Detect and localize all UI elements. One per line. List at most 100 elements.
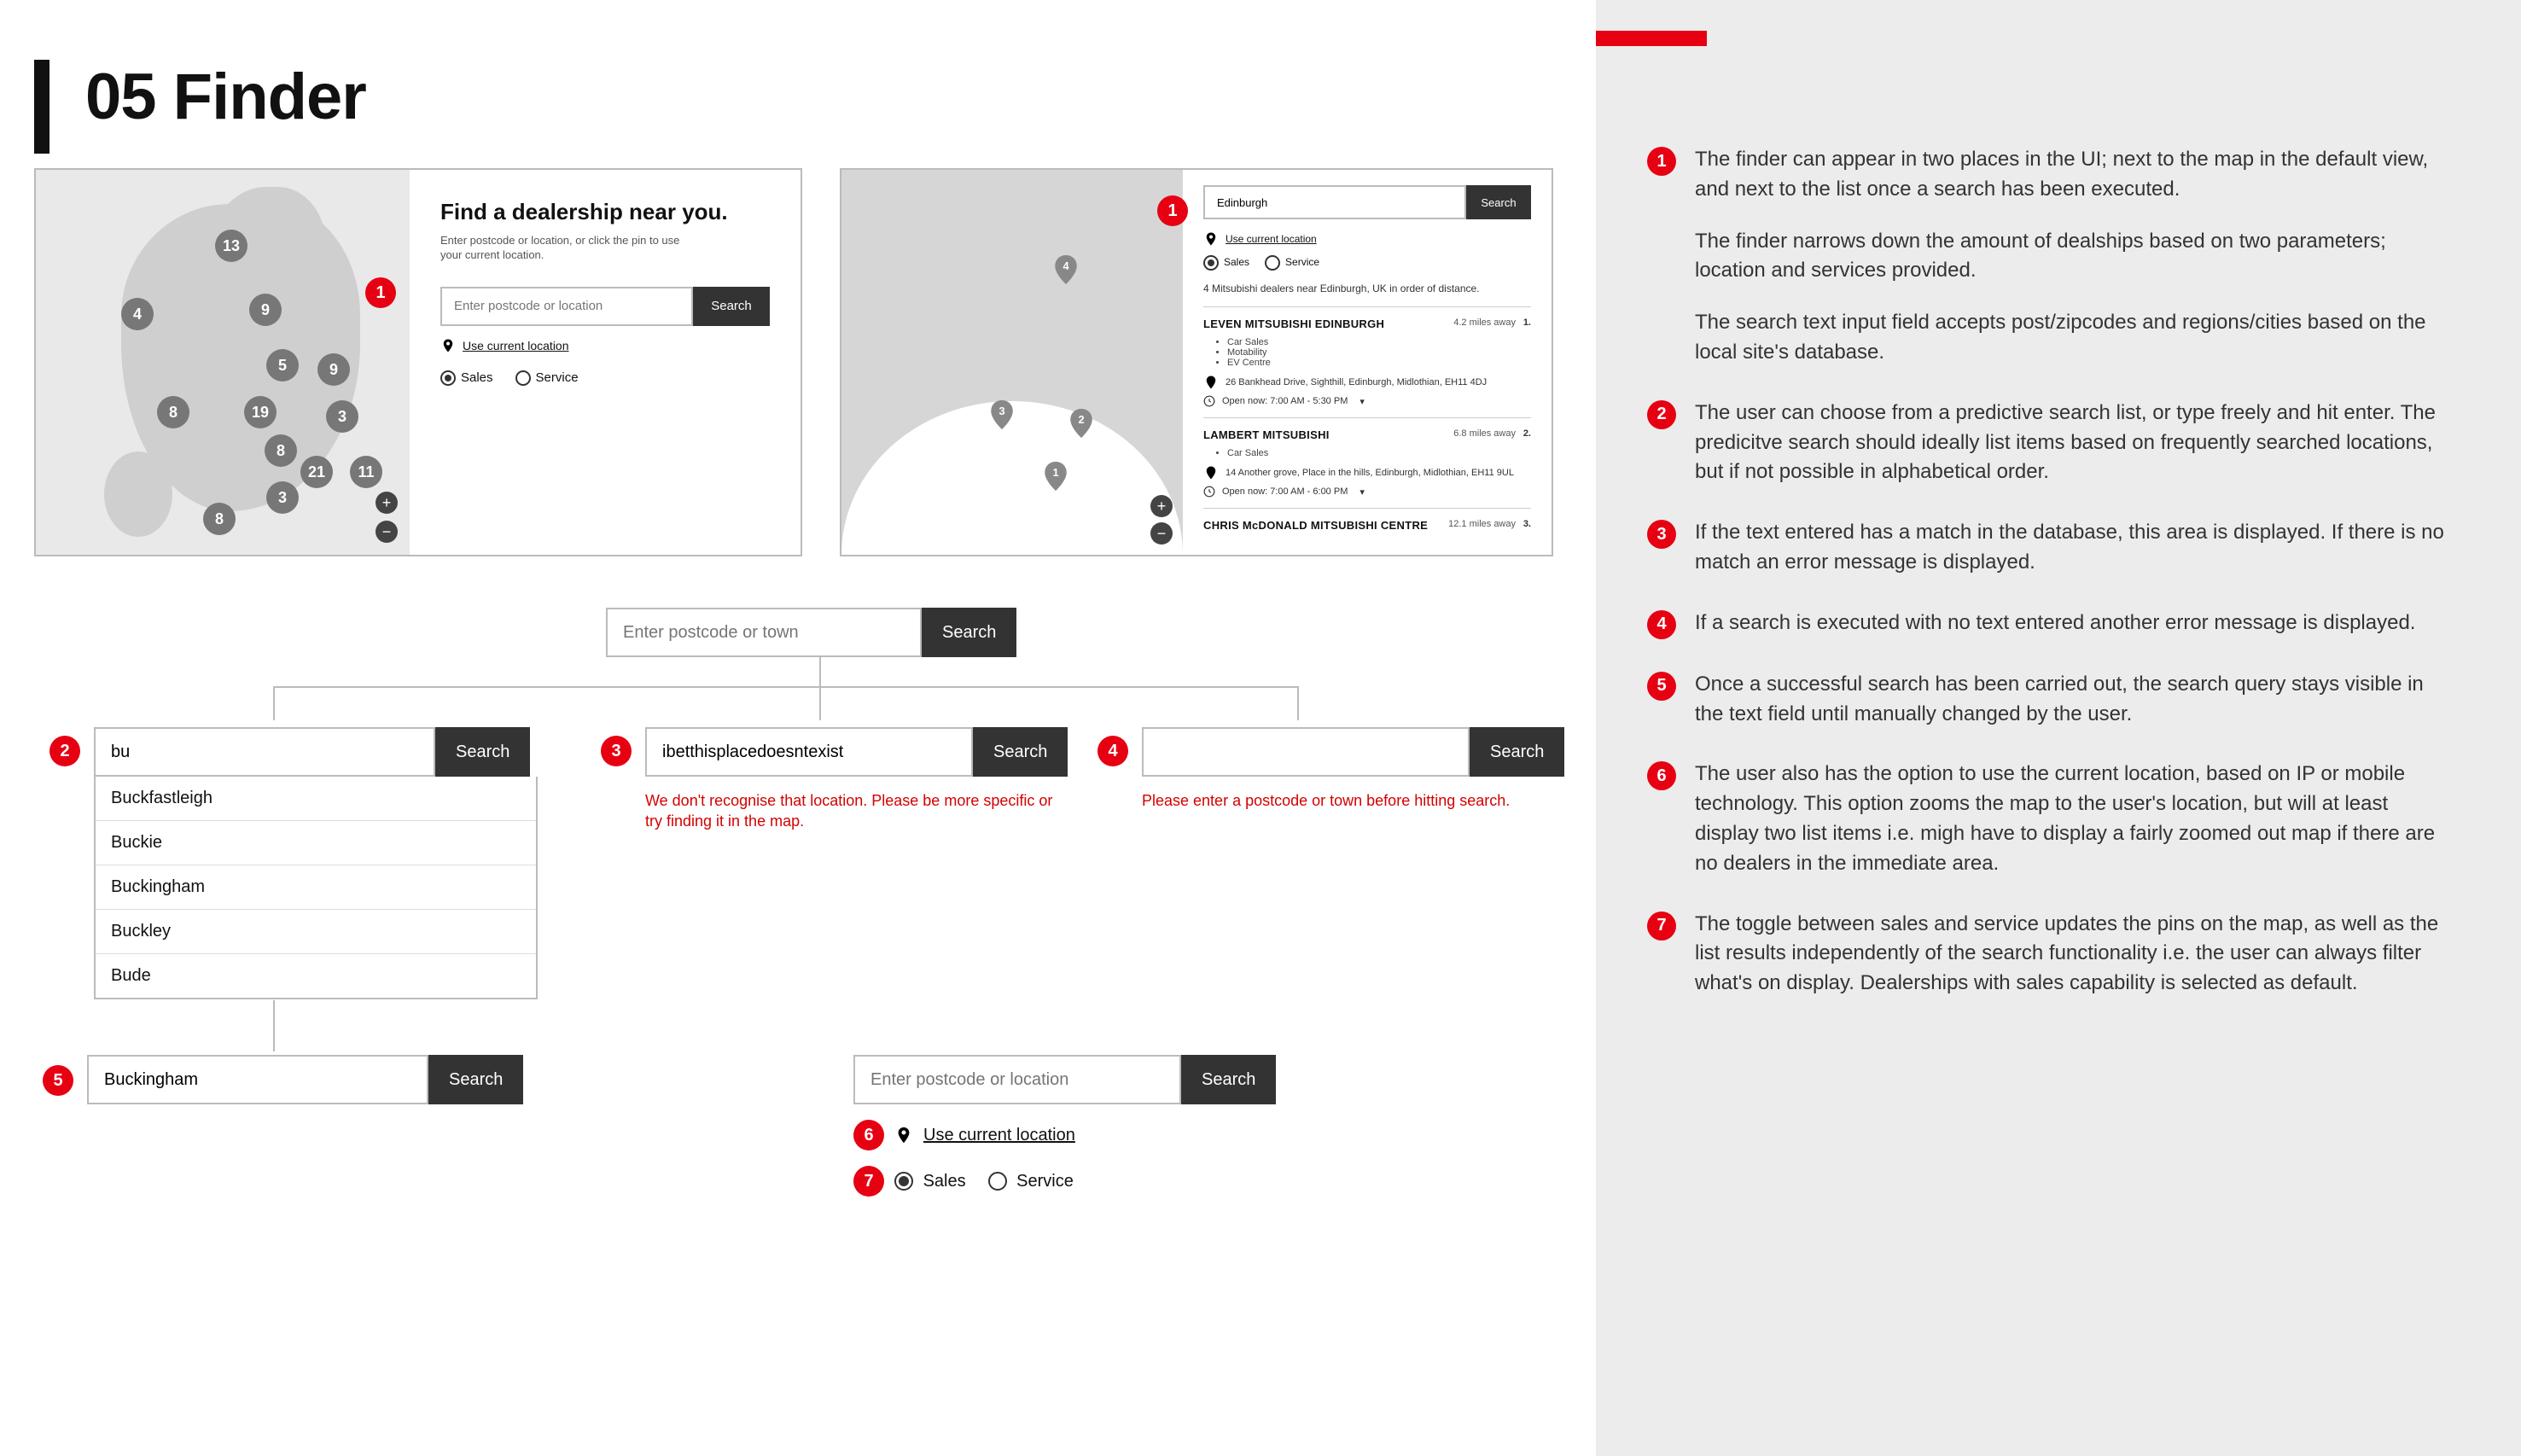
map-cluster-pin[interactable]: 3 (266, 481, 299, 514)
map-cluster-pin[interactable]: 21 (300, 456, 333, 488)
annotation-text: The user can choose from a predictive se… (1695, 399, 2444, 487)
annotation-text: The toggle between sales and service upd… (1695, 910, 2444, 999)
dealer-address: 26 Bankhead Drive, Sighthill, Edinburgh,… (1203, 375, 1531, 390)
annotation-badge-1: 1 (365, 277, 396, 308)
search-button[interactable]: Search (973, 727, 1068, 777)
annotation-number-badge: 5 (1647, 672, 1676, 701)
dealer-hours: Open now: 7:00 AM - 5:30 PM ▾ (1203, 395, 1531, 407)
annotation-item: 7The toggle between sales and service up… (1647, 910, 2444, 999)
annotation-number-badge: 3 (1647, 520, 1676, 549)
autocomplete-list: BuckfastleighBuckieBuckinghamBuckleyBude (94, 777, 538, 999)
search-button[interactable]: Search (1181, 1055, 1276, 1104)
radio-sales[interactable]: Sales (440, 370, 493, 386)
finder-panel: 1 Find a dealership near you. Enter post… (410, 170, 801, 555)
radio-service[interactable]: Service (515, 370, 579, 386)
map-cluster-pin[interactable]: 9 (249, 294, 282, 326)
finder-subtext: Enter postcode or location, or click the… (440, 234, 696, 263)
map-cluster-pin[interactable]: 9 (317, 353, 350, 386)
use-current-location-label: Use current location (463, 339, 569, 352)
radio-sales[interactable]: Sales (1203, 255, 1249, 271)
dealer-index: 2. (1523, 428, 1531, 439)
search-input[interactable] (1142, 727, 1470, 777)
map-cluster-pin[interactable]: 8 (157, 396, 189, 428)
annotation-text: The search text input field accepts post… (1695, 308, 2444, 368)
annotation-text: The user also has the option to use the … (1695, 760, 2444, 878)
map-land (104, 451, 172, 537)
search-button[interactable]: Search (1466, 185, 1531, 219)
annotation-badge-1: 1 (1157, 195, 1188, 226)
map-marker[interactable]: 1 (1045, 462, 1067, 491)
dealer-distance: 4.2 miles away (1453, 317, 1516, 328)
map-cluster-pin[interactable]: 5 (266, 349, 299, 381)
location-pin-icon (440, 338, 456, 353)
map-results[interactable]: 4 3 2 1 + − (841, 170, 1183, 555)
autocomplete-item[interactable]: Buckley (96, 910, 536, 954)
annotation-badge-3: 3 (601, 736, 632, 766)
annotation-text: If a search is executed with no text ent… (1695, 609, 2415, 638)
annotation-text: The finder narrows down the amount of de… (1695, 227, 2444, 287)
map-cluster-pin[interactable]: 3 (326, 400, 358, 433)
map-cluster-pin[interactable]: 13 (215, 230, 247, 262)
use-current-location-link[interactable]: Use current location (923, 1126, 1075, 1145)
radio-sales-label: Sales (461, 370, 493, 385)
map-cluster-pin[interactable]: 8 (265, 434, 297, 467)
search-button[interactable]: Search (435, 727, 530, 777)
dealer-list-item[interactable]: CHRIS McDONALD MITSUBISHI CENTRE12.1 mil… (1203, 508, 1531, 542)
radio-service-label: Service (1016, 1172, 1074, 1191)
zoom-in-button[interactable]: + (1150, 495, 1173, 517)
panel-default-view: 13495981938211138 + − 1 Find a dealershi… (34, 168, 802, 556)
annotation-number-badge: 4 (1647, 610, 1676, 639)
map-uk[interactable]: 13495981938211138 + − (36, 170, 410, 555)
results-summary: 4 Mitsubishi dealers near Edinburgh, UK … (1203, 282, 1531, 294)
error-message: Please enter a postcode or town before h… (1142, 790, 1569, 811)
search-input[interactable] (94, 727, 435, 777)
radio-sales[interactable]: Sales (894, 1172, 966, 1191)
search-button[interactable]: Search (428, 1055, 523, 1104)
search-input[interactable] (1203, 185, 1466, 219)
map-cluster-pin[interactable]: 8 (203, 503, 236, 535)
autocomplete-item[interactable]: Buckfastleigh (96, 777, 536, 821)
search-input[interactable] (645, 727, 973, 777)
zoom-out-button[interactable]: − (1150, 522, 1173, 545)
map-marker[interactable]: 3 (991, 400, 1013, 429)
annotation-item: 6The user also has the option to use the… (1647, 760, 2444, 878)
map-marker[interactable]: 4 (1055, 255, 1077, 284)
annotation-badge-7: 7 (853, 1166, 884, 1197)
annotation-badge-2: 2 (49, 736, 80, 766)
map-marker[interactable]: 2 (1070, 409, 1092, 438)
map-cluster-pin[interactable]: 19 (244, 396, 277, 428)
dealer-hours: Open now: 7:00 AM - 6:00 PM ▾ (1203, 486, 1531, 498)
dealer-services: Car SalesMotabilityEV Centre (1227, 337, 1531, 368)
svg-text:4: 4 (1063, 259, 1069, 272)
search-button[interactable]: Search (1470, 727, 1564, 777)
annotation-badge-6: 6 (853, 1120, 884, 1150)
dealer-services: Car Sales (1227, 448, 1531, 458)
map-cluster-pin[interactable]: 4 (121, 298, 154, 330)
search-button[interactable]: Search (693, 287, 770, 326)
dealer-list-item[interactable]: LEVEN MITSUBISHI EDINBURGH4.2 miles away… (1203, 306, 1531, 417)
dealer-list-item[interactable]: LAMBERT MITSUBISHI6.8 miles away2.Car Sa… (1203, 417, 1531, 508)
svg-text:2: 2 (1078, 413, 1084, 426)
search-input[interactable] (440, 287, 693, 326)
search-input[interactable] (606, 608, 922, 657)
autocomplete-item[interactable]: Buckingham (96, 865, 536, 910)
zoom-out-button[interactable]: − (376, 521, 398, 543)
zoom-in-button[interactable]: + (376, 492, 398, 514)
finder-heading: Find a dealership near you. (440, 199, 770, 225)
autocomplete-item[interactable]: Buckie (96, 821, 536, 865)
search-input[interactable] (87, 1055, 428, 1104)
map-cluster-pin[interactable]: 11 (350, 456, 382, 488)
error-message: We don't recognise that location. Please… (645, 790, 1072, 832)
annotation-text: Once a successful search has been carrie… (1695, 670, 2444, 730)
search-input[interactable] (853, 1055, 1181, 1104)
dealer-distance: 6.8 miles away (1453, 428, 1516, 439)
use-current-location-link[interactable]: Use current location (440, 338, 770, 353)
use-current-location-label: Use current location (1226, 233, 1317, 245)
autocomplete-item[interactable]: Bude (96, 954, 536, 998)
service-type-toggle: Sales Service (440, 370, 770, 386)
page-title: 05 Finder (85, 60, 1562, 134)
radio-service[interactable]: Service (988, 1172, 1074, 1191)
use-current-location-link[interactable]: Use current location (1203, 231, 1531, 247)
search-button[interactable]: Search (922, 608, 1016, 657)
radio-service[interactable]: Service (1265, 255, 1319, 271)
